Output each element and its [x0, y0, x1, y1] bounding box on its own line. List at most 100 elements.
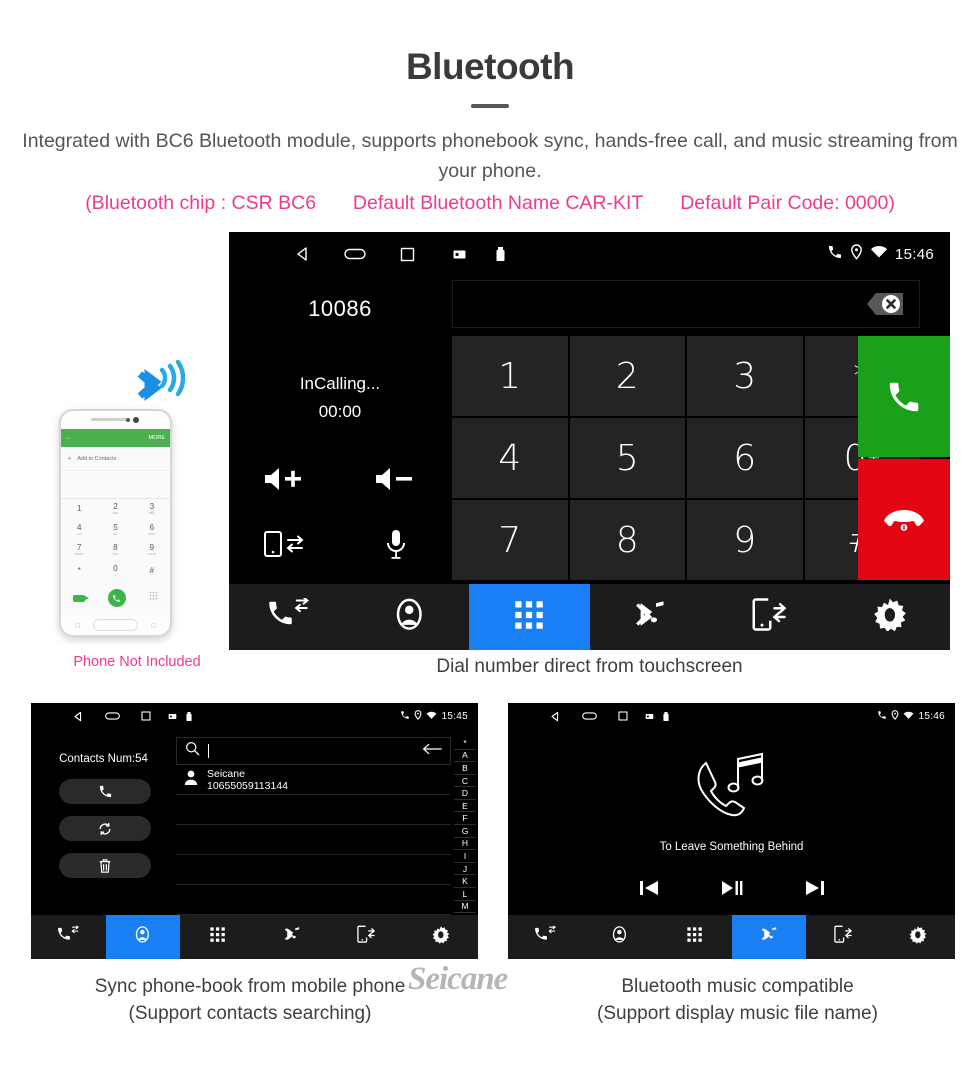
volume-down-icon[interactable]: [374, 466, 418, 492]
phone-key-4[interactable]: 4 GHI: [61, 520, 97, 541]
phone-key-hash[interactable]: #: [134, 561, 170, 582]
recents-icon[interactable]: [129, 711, 163, 721]
phone-keypad-toggle-icon[interactable]: [149, 589, 158, 607]
nav-item-bluetooth-music[interactable]: [590, 584, 710, 650]
contacts-sync-button[interactable]: [59, 816, 151, 841]
nav-item-keypad[interactable]: [469, 584, 590, 650]
alphabet-index-letter[interactable]: E: [454, 800, 476, 813]
bottom-navigation-bar[interactable]: [508, 915, 955, 959]
recents-icon[interactable]: [606, 711, 640, 721]
alphabet-index-letter[interactable]: D: [454, 787, 476, 800]
nav-item-call-history[interactable]: [508, 915, 583, 959]
phone-key-0[interactable]: 0 +: [97, 561, 133, 582]
phone-menu-key[interactable]: [75, 623, 80, 628]
alphabet-index-letter[interactable]: L: [454, 888, 476, 901]
nav-item-keypad[interactable]: [657, 915, 732, 959]
key-6[interactable]: 6: [687, 418, 803, 498]
nav-item-keypad[interactable]: [180, 915, 255, 959]
contact-row[interactable]: Seicane 10655059113144: [176, 765, 451, 795]
contacts-rows[interactable]: Seicane 10655059113144: [176, 765, 451, 915]
microphone-icon[interactable]: [385, 528, 407, 560]
phone-key-8[interactable]: 8 TUV: [97, 540, 133, 561]
phone-not-included-note: Phone Not Included: [73, 654, 201, 670]
nav-item-settings[interactable]: [830, 584, 950, 650]
nav-item-phone-sync[interactable]: [806, 915, 881, 959]
search-back-icon[interactable]: [422, 742, 442, 760]
back-icon[interactable]: [61, 711, 95, 722]
nav-item-phone-sync[interactable]: [329, 915, 404, 959]
nav-item-bluetooth-music[interactable]: [731, 915, 806, 959]
key-9[interactable]: 9: [687, 500, 803, 580]
nav-item-contacts[interactable]: [583, 915, 658, 959]
alphabet-index-letter[interactable]: G: [454, 825, 476, 838]
phone-key-5[interactable]: 5 JKL: [97, 520, 133, 541]
phone-key-letters: TUV: [112, 552, 119, 557]
back-icon[interactable]: [277, 246, 329, 262]
phone-more-label[interactable]: MORE: [149, 435, 166, 441]
home-icon[interactable]: [95, 711, 129, 721]
alphabet-index[interactable]: * A B C D E F G H I J K L M: [454, 737, 476, 914]
alphabet-index-letter[interactable]: *: [454, 737, 476, 750]
nav-item-contacts[interactable]: [105, 915, 180, 959]
recents-icon[interactable]: [381, 247, 433, 262]
phone-back-icon[interactable]: ←: [66, 435, 72, 441]
alphabet-index-letter[interactable]: I: [454, 850, 476, 863]
nav-item-bluetooth-music[interactable]: [255, 915, 330, 959]
nav-item-contacts[interactable]: [349, 584, 469, 650]
keypad-grid-icon: [685, 925, 704, 949]
next-icon[interactable]: [805, 879, 825, 902]
phone-add-contact-row[interactable]: + Add to Contacts: [61, 447, 170, 471]
call-button[interactable]: [858, 336, 950, 457]
key-8[interactable]: 8: [569, 500, 685, 580]
nav-item-settings[interactable]: [881, 915, 956, 959]
phone-call-button[interactable]: [107, 589, 126, 607]
alphabet-index-letter[interactable]: B: [454, 762, 476, 775]
alphabet-index-letter[interactable]: M: [454, 901, 476, 914]
usb-icon: [658, 711, 674, 721]
key-4[interactable]: 4: [452, 418, 568, 498]
phone-key-star[interactable]: *: [61, 561, 97, 582]
phone-videocall-icon[interactable]: [72, 594, 89, 602]
hangup-button[interactable]: [858, 459, 950, 580]
alphabet-index-letter[interactable]: H: [454, 838, 476, 851]
phone-key-1[interactable]: 1: [61, 499, 97, 520]
play-pause-icon[interactable]: [721, 879, 743, 902]
phone-key-2[interactable]: 2 ABC: [97, 499, 133, 520]
nav-item-call-history[interactable]: [229, 584, 349, 650]
dial-keypad[interactable]: 123*4560+789#: [452, 336, 920, 580]
volume-up-icon[interactable]: [263, 466, 307, 492]
phone-home-button[interactable]: [93, 619, 138, 631]
home-icon[interactable]: [329, 247, 381, 261]
phone-key-6[interactable]: 6 MNO: [134, 520, 170, 541]
phone-key-9[interactable]: 9 WXYZ: [134, 540, 170, 561]
key-7[interactable]: 7: [452, 500, 568, 580]
key-2[interactable]: 2: [569, 336, 685, 416]
key-5[interactable]: 5: [569, 418, 685, 498]
home-icon[interactable]: [572, 711, 606, 721]
alphabet-index-letter[interactable]: J: [454, 863, 476, 876]
nav-item-phone-sync[interactable]: [710, 584, 830, 650]
key-3[interactable]: 3: [687, 336, 803, 416]
alphabet-index-letter[interactable]: F: [454, 812, 476, 826]
bottom-navigation-bar[interactable]: [31, 915, 478, 959]
alphabet-index-letter[interactable]: A: [454, 750, 476, 763]
phone-back-key[interactable]: [151, 623, 156, 628]
bottom-navigation-bar[interactable]: [229, 584, 950, 650]
switch-to-phone-icon[interactable]: [262, 529, 308, 559]
nav-item-settings[interactable]: [404, 915, 479, 959]
contacts-search-bar[interactable]: [176, 737, 451, 765]
key-1[interactable]: 1: [452, 336, 568, 416]
back-icon[interactable]: [538, 711, 572, 722]
phone-key-7[interactable]: 7 PQRS: [61, 540, 97, 561]
phone-key-3[interactable]: 3 DEF: [134, 499, 170, 520]
nav-item-call-history[interactable]: [31, 915, 106, 959]
contacts-call-button[interactable]: [59, 779, 151, 804]
backspace-icon[interactable]: [853, 289, 905, 319]
dial-number-input[interactable]: [452, 280, 920, 328]
contacts-delete-button[interactable]: [59, 853, 151, 878]
alphabet-index-letter[interactable]: K: [454, 875, 476, 888]
phone-key-letters: WXYZ: [147, 552, 157, 557]
previous-icon[interactable]: [639, 879, 659, 902]
phone-keypad[interactable]: 1 2 ABC 3 DEF 4 GHI 5 JKL 6 MNO 7 PQRS 8 TUV 9 WXYZ * 0 + #: [61, 499, 170, 581]
alphabet-index-letter[interactable]: C: [454, 775, 476, 788]
